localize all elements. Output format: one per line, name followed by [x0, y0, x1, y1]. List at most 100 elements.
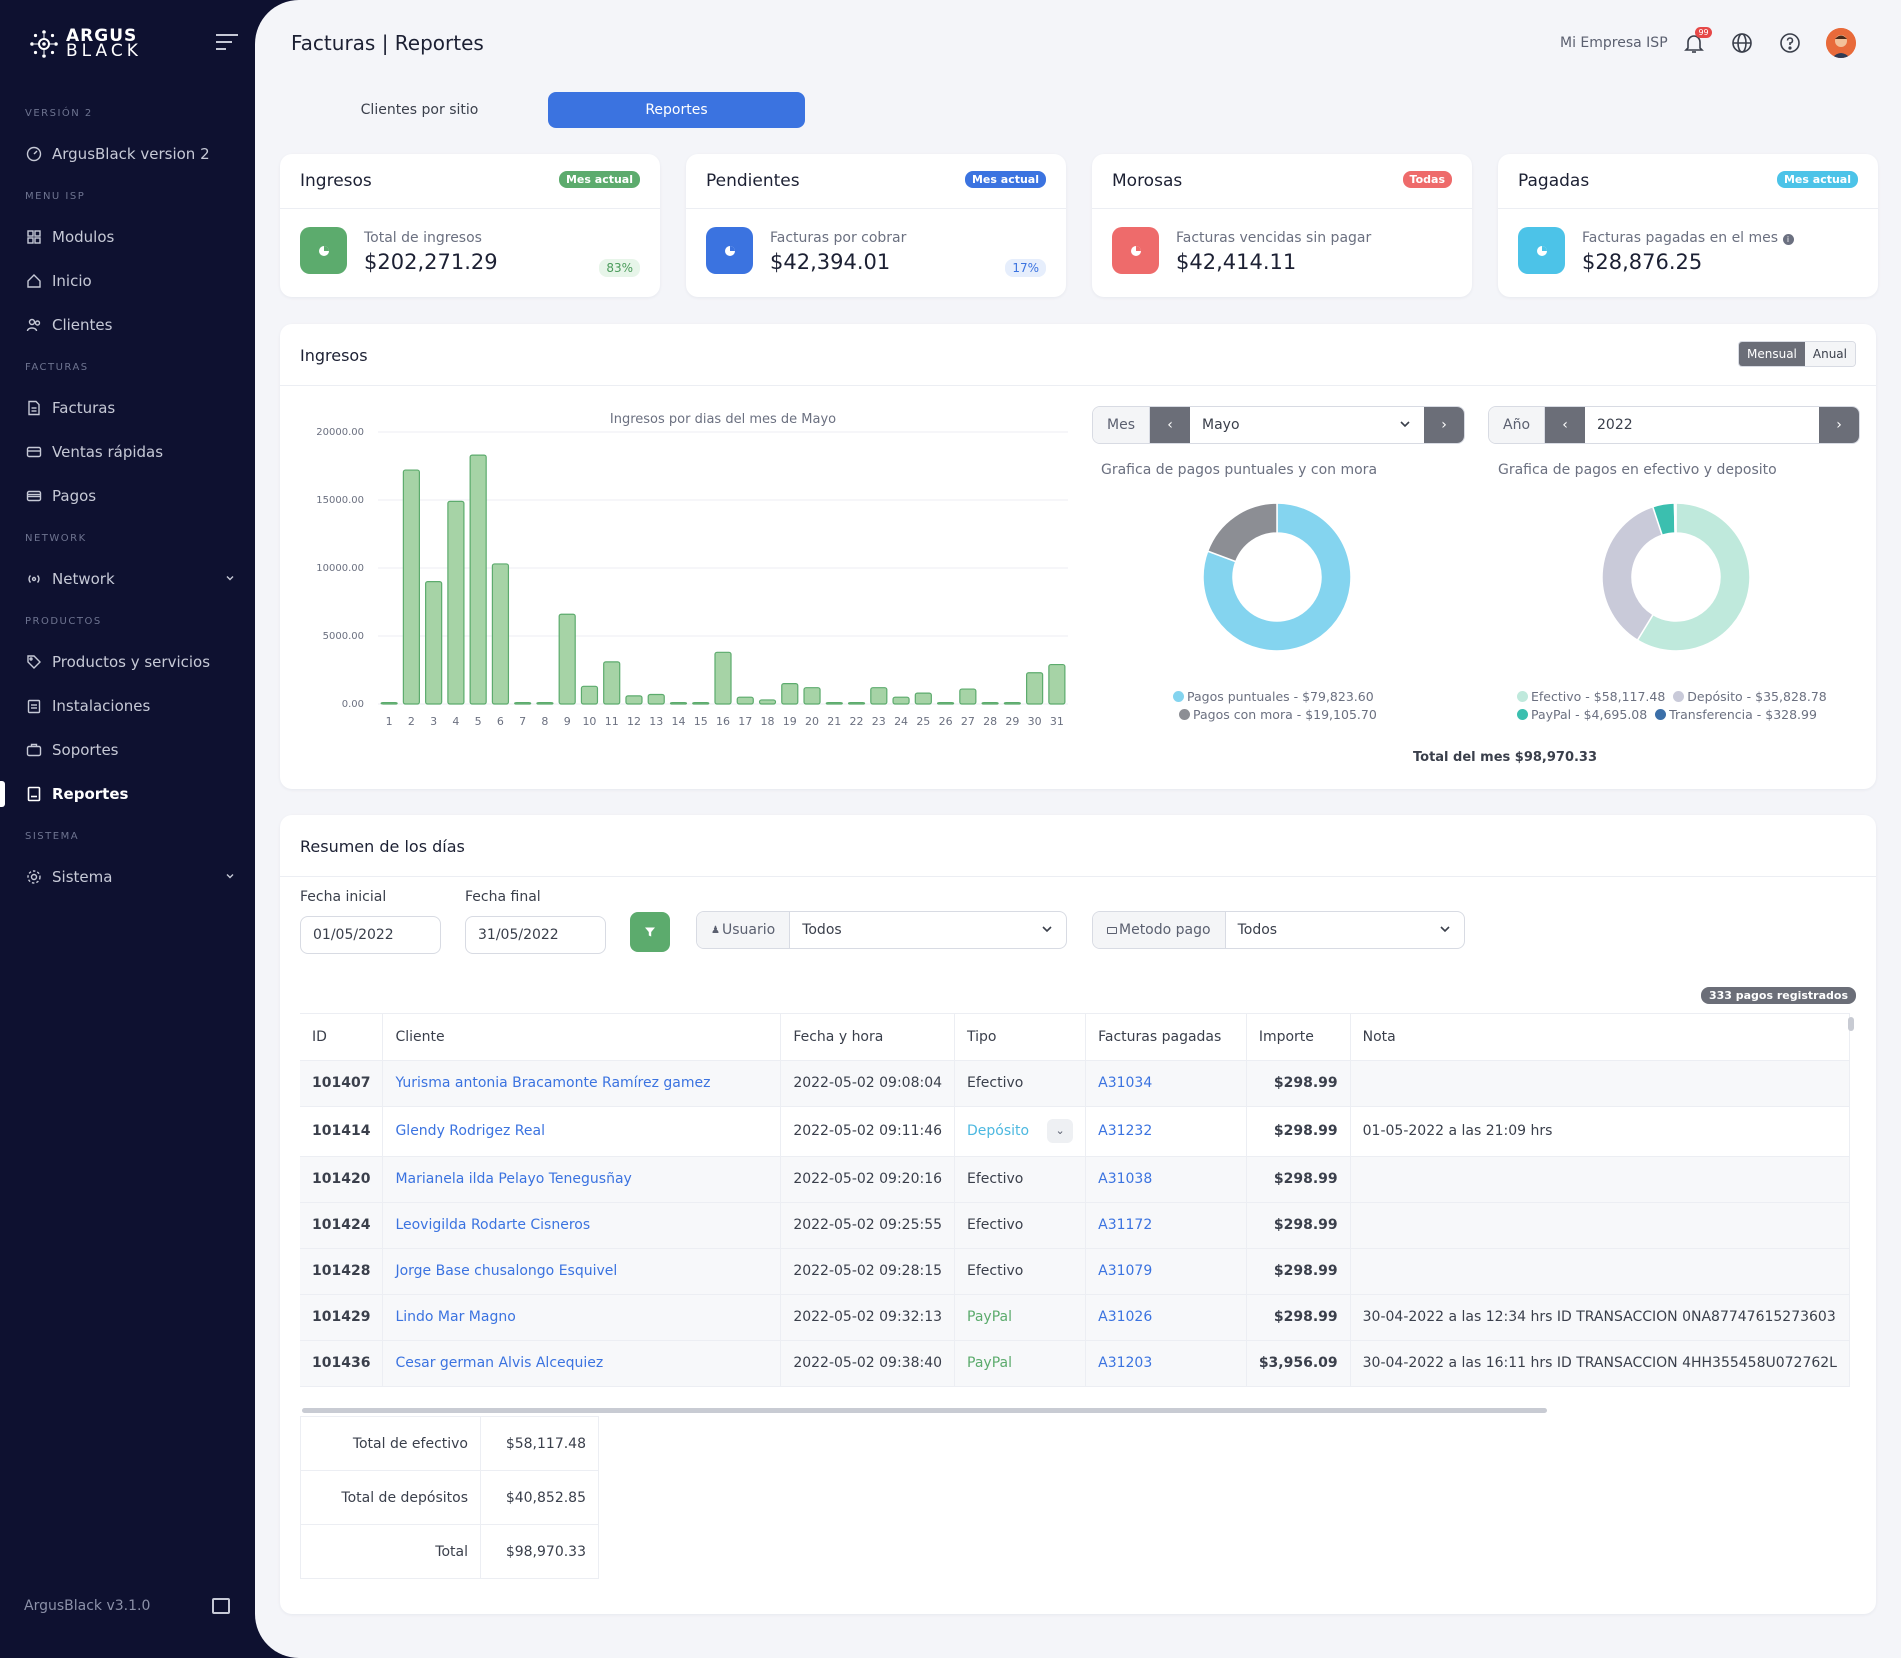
usuario-value[interactable]: Todos [790, 912, 1066, 948]
sidebar-item-productos[interactable]: Productos y servicios [26, 650, 236, 674]
metodo-value[interactable]: Todos [1226, 912, 1464, 948]
col-id[interactable]: ID [300, 1014, 384, 1061]
client-link[interactable]: Marianela ilda Pelayo Tenegusñay [395, 1171, 631, 1187]
bar[interactable] [1048, 663, 1066, 705]
bar[interactable] [669, 702, 688, 705]
col-fecha[interactable]: Fecha y hora [780, 1014, 956, 1061]
invoice-link[interactable]: A31203 [1098, 1355, 1152, 1371]
bar[interactable] [402, 469, 420, 705]
invoice-link[interactable]: A31079 [1098, 1263, 1152, 1279]
bar[interactable] [536, 702, 554, 705]
fecha-final-input[interactable]: 31/05/2022 [465, 916, 606, 954]
bell-icon[interactable]: 99 [1682, 27, 1712, 55]
bar[interactable] [514, 702, 532, 705]
client-link[interactable]: Cesar german Alvis Alcequiez [395, 1355, 603, 1371]
client-link[interactable]: Lindo Mar Magno [395, 1309, 515, 1325]
invoice-link[interactable]: A31172 [1098, 1217, 1152, 1233]
bar[interactable] [469, 454, 487, 705]
bar[interactable] [714, 651, 732, 705]
bar[interactable] [870, 687, 888, 705]
chevron-down-icon[interactable]: ⌄ [1047, 1119, 1074, 1143]
next-month-button[interactable]: › [1424, 407, 1464, 443]
tab-reportes[interactable]: Reportes [548, 92, 805, 128]
prev-month-button[interactable]: ‹ [1150, 407, 1190, 443]
bar[interactable] [959, 688, 977, 705]
bar[interactable] [692, 702, 710, 705]
col-nota[interactable]: Nota [1350, 1014, 1850, 1061]
bar[interactable] [425, 581, 443, 705]
sidebar-item-pagos[interactable]: Pagos [26, 484, 236, 508]
usuario-select[interactable]: ♟ Usuario Todos [696, 911, 1067, 949]
bar[interactable] [1003, 702, 1021, 705]
bar[interactable] [936, 702, 955, 705]
bar[interactable] [892, 696, 910, 705]
bar[interactable] [758, 699, 777, 705]
help-icon[interactable] [1778, 31, 1802, 55]
bar[interactable] [380, 702, 398, 705]
sidebar-item-reportes[interactable]: Reportes [26, 782, 236, 806]
vertical-scrollbar[interactable] [1848, 1017, 1854, 1031]
col-tipo[interactable]: Tipo [954, 1014, 1087, 1061]
sidebar-item-argusblack[interactable]: ArgusBlack version 2 [26, 142, 236, 166]
terminal-icon[interactable] [212, 1598, 230, 1614]
donut-slice[interactable] [1673, 502, 1677, 534]
tab-clientes-por-sitio[interactable]: Clientes por sitio [291, 92, 548, 128]
invoice-link[interactable]: A31026 [1098, 1309, 1152, 1325]
bar[interactable] [736, 696, 754, 705]
sidebar-item-soportes[interactable]: Soportes [26, 738, 236, 762]
bar[interactable] [847, 702, 866, 705]
year-input[interactable]: 2022 [1585, 407, 1819, 443]
globe-icon[interactable] [1730, 31, 1754, 55]
invoice-link[interactable]: A31232 [1098, 1123, 1152, 1139]
donut-slice[interactable] [1206, 502, 1278, 563]
bar[interactable] [1025, 672, 1044, 705]
invoice-link[interactable]: A31038 [1098, 1171, 1152, 1187]
cell-id: 101428 [300, 1248, 384, 1295]
client-link[interactable]: Yurisma antonia Bracamonte Ramírez gamez [395, 1075, 710, 1091]
info-icon[interactable]: i [1782, 234, 1794, 245]
menu-toggle-icon[interactable] [216, 34, 238, 50]
bar[interactable] [625, 695, 643, 705]
bar[interactable] [603, 661, 621, 705]
logo[interactable]: ARGUS BLACK [28, 27, 142, 60]
col-cliente[interactable]: Cliente [382, 1014, 782, 1061]
sidebar-item-network[interactable]: Network [26, 567, 236, 591]
bar[interactable] [580, 685, 599, 705]
metodo-pago-select[interactable]: Metodo pago Todos [1092, 911, 1465, 949]
horizontal-scrollbar[interactable] [302, 1408, 1547, 1413]
sidebar-item-clientes[interactable]: Clientes [26, 313, 236, 337]
sidebar-item-inicio[interactable]: Inicio [26, 269, 236, 293]
resumen-card: Resumen de los días Fecha inicial 01/05/… [280, 815, 1876, 1614]
sidebar-item-label: Network [52, 570, 115, 588]
client-link[interactable]: Jorge Base chusalongo Esquivel [395, 1263, 617, 1279]
filter-button[interactable] [630, 912, 670, 952]
fecha-inicial-input[interactable]: 01/05/2022 [300, 916, 441, 954]
prev-year-button[interactable]: ‹ [1545, 407, 1586, 443]
sidebar-item-modulos[interactable]: Modulos [26, 225, 236, 249]
section-menu-isp: MENU ISP [25, 191, 86, 202]
bar[interactable] [914, 692, 932, 705]
sidebar-item-instalaciones[interactable]: Instalaciones [26, 694, 236, 718]
bar[interactable] [803, 687, 821, 705]
bar[interactable] [647, 693, 665, 705]
sidebar-item-facturas[interactable]: Facturas [26, 396, 236, 420]
client-link[interactable]: Leovigilda Rodarte Cisneros [395, 1217, 590, 1233]
toggle-mensual[interactable]: Mensual [1739, 342, 1805, 366]
bar[interactable] [981, 702, 999, 705]
col-facturas[interactable]: Facturas pagadas [1085, 1014, 1247, 1061]
next-year-button[interactable]: › [1819, 407, 1859, 443]
company-name[interactable]: Mi Empresa ISP [1560, 35, 1668, 51]
bar[interactable] [781, 683, 799, 705]
bar[interactable] [558, 613, 576, 705]
client-link[interactable]: Glendy Rodrigez Real [395, 1123, 545, 1139]
bar[interactable] [491, 563, 510, 705]
avatar[interactable] [1825, 28, 1856, 58]
invoice-link[interactable]: A31034 [1098, 1075, 1152, 1091]
month-select[interactable]: Mayo [1190, 407, 1424, 443]
toggle-anual[interactable]: Anual [1804, 342, 1855, 366]
sidebar-item-sistema[interactable]: Sistema [26, 865, 236, 889]
bar[interactable] [447, 500, 465, 705]
col-importe[interactable]: Importe [1246, 1014, 1351, 1061]
sidebar-item-ventas[interactable]: Ventas rápidas [26, 440, 236, 464]
bar[interactable] [825, 702, 843, 705]
